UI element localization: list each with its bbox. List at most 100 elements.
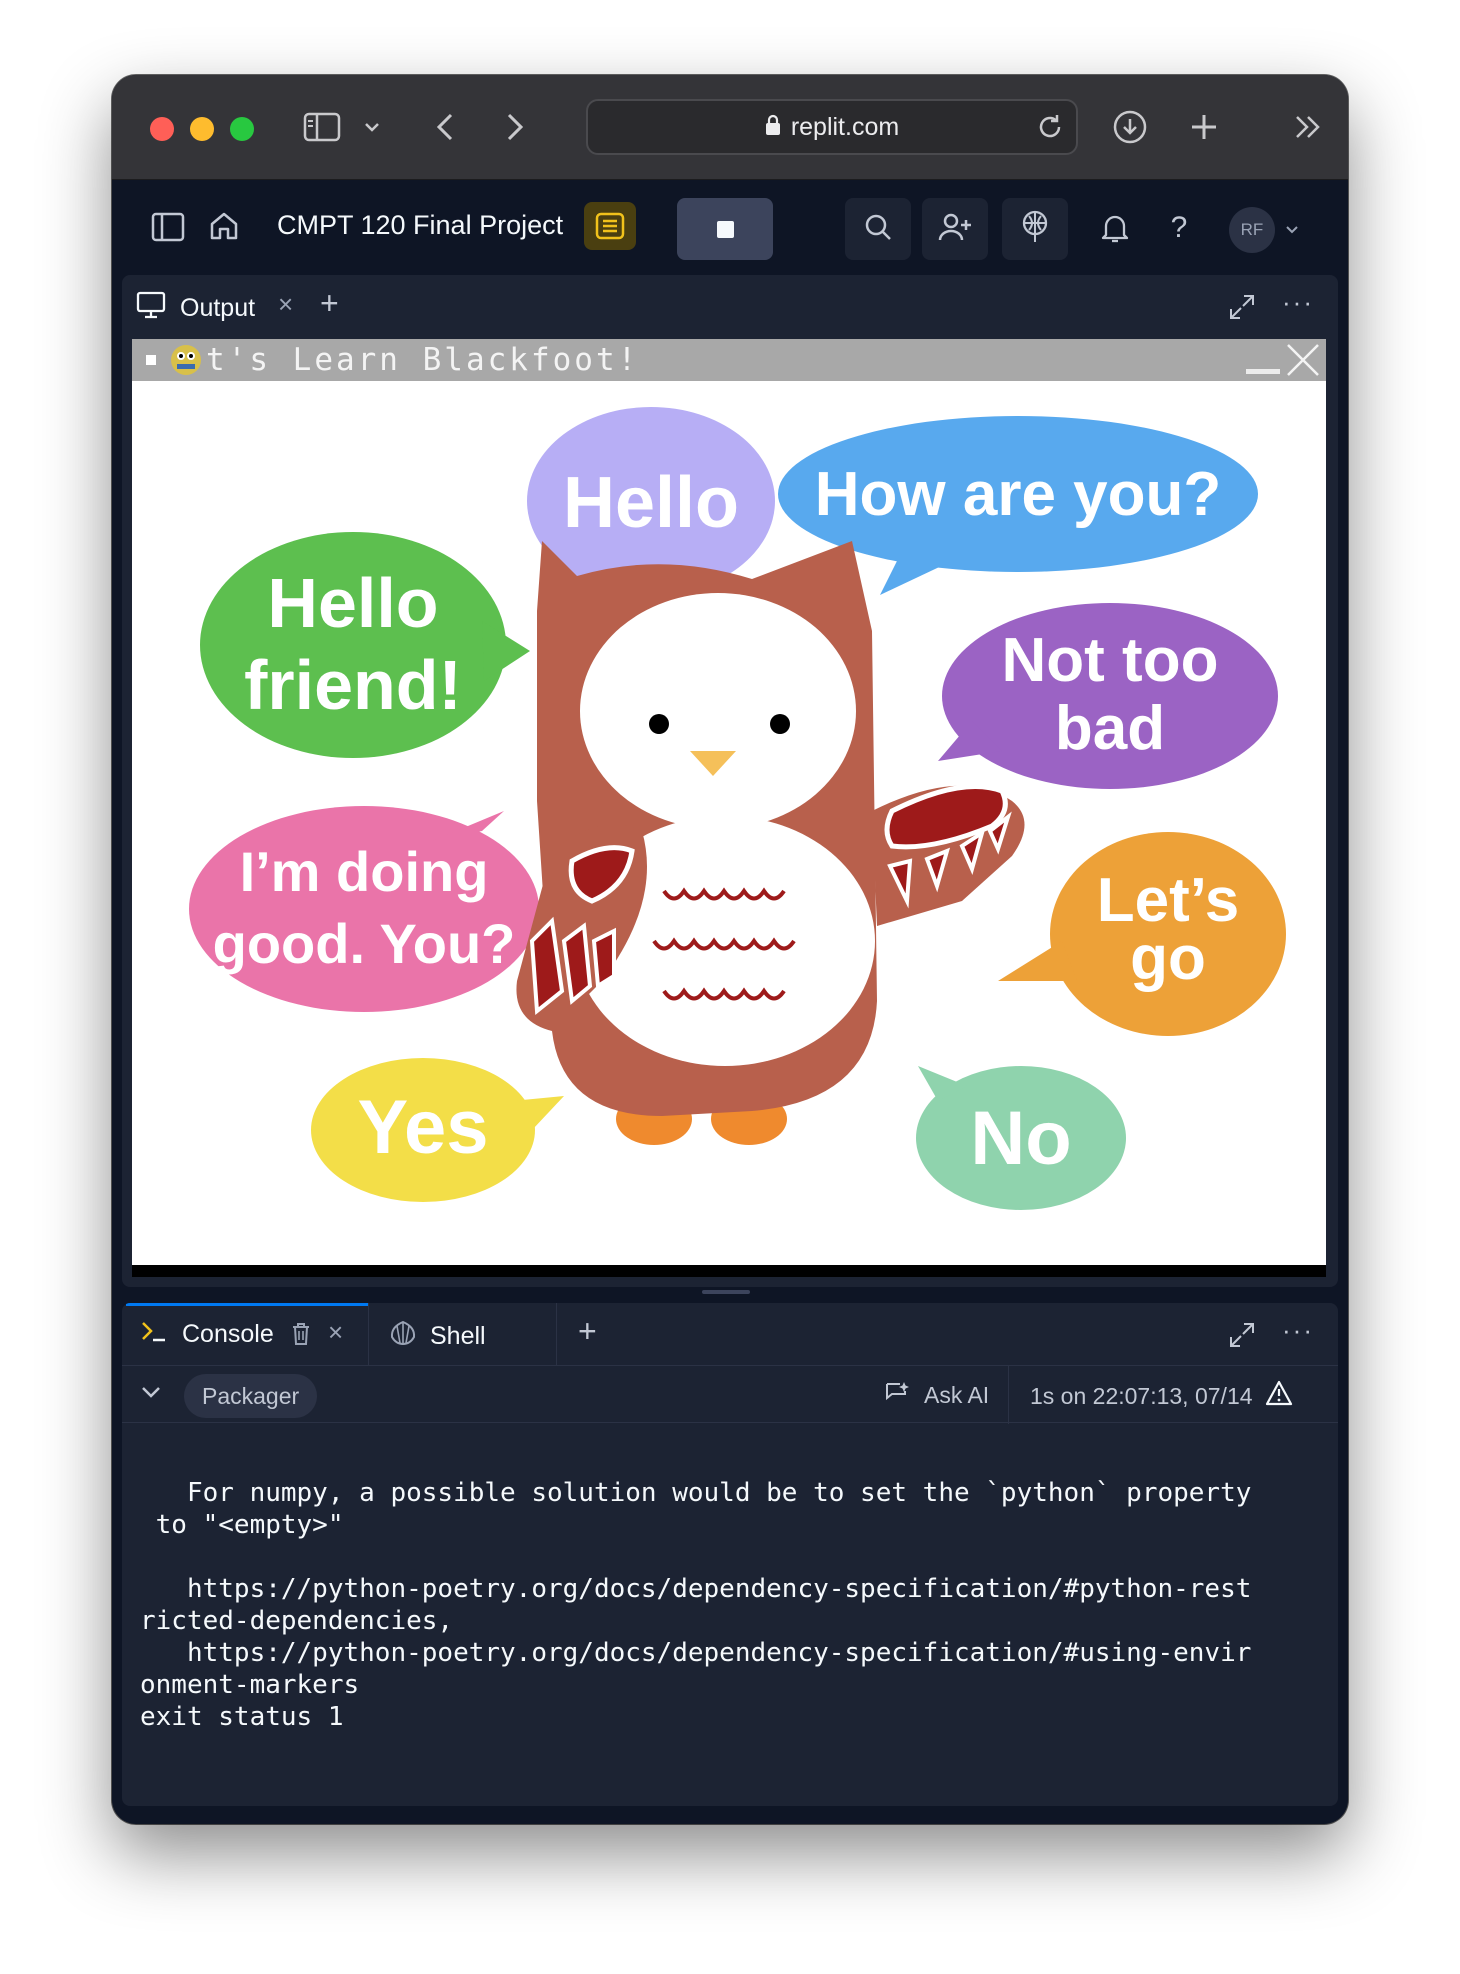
bubble-text: bad — [1055, 694, 1165, 763]
bubble-text: friend! — [244, 646, 462, 724]
toolbar-divider — [1008, 1366, 1009, 1424]
console-toolbar: Packager Ask AI 1s on 22:07:13, 07/14 — [122, 1365, 1338, 1424]
bubble-text: Hello — [563, 463, 739, 543]
ask-ai-button[interactable]: Ask AI — [884, 1380, 989, 1410]
game-window-title: t's Learn Blackfoot! — [206, 342, 640, 378]
packager-button[interactable]: Packager — [184, 1374, 318, 1418]
terminal-prompt-icon — [140, 1319, 168, 1350]
run-status: 1s on 22:07:13, 07/14 — [1030, 1380, 1293, 1412]
window-menu-icon[interactable] — [146, 355, 156, 365]
output-panel: Output × + ··· t's Learn Blackfoot! Hell… — [122, 275, 1338, 1287]
bubble-text: Hello — [267, 564, 438, 642]
back-icon[interactable] — [430, 109, 460, 145]
collapse-chevron-icon[interactable] — [140, 1384, 162, 1405]
console-line: ricted-dependencies, — [140, 1606, 454, 1636]
speech-bubble-no[interactable]: No — [916, 1066, 1126, 1210]
game-scene: Hello How are you? Hello friend! Not too… — [189, 407, 1286, 1210]
output-tabbar: Output × + ··· — [122, 275, 1338, 337]
close-tab-icon[interactable]: × — [328, 1317, 343, 1348]
speech-bubble-not-too-bad[interactable]: Not too bad — [938, 603, 1278, 789]
warning-icon — [1265, 1380, 1293, 1412]
browser-window: replit.com CMPT 120 Final Project ? RF O… — [112, 75, 1348, 1824]
speech-bubble-yes[interactable]: Yes — [311, 1058, 564, 1202]
speech-bubble-hello-friend[interactable]: Hello friend! — [200, 532, 530, 758]
add-tab-icon[interactable]: + — [320, 285, 339, 322]
add-user-icon — [938, 212, 972, 247]
more-options-icon[interactable]: ··· — [1282, 287, 1314, 318]
console-output: For numpy, a possible solution would be … — [140, 1445, 1320, 1733]
downloads-icon[interactable] — [1110, 107, 1150, 147]
project-title[interactable]: CMPT 120 Final Project — [277, 210, 563, 241]
speech-bubble-lets-go[interactable]: Let’s go — [998, 832, 1286, 1036]
chevron-down-icon[interactable] — [362, 115, 382, 139]
sidebar-toggle-icon[interactable] — [302, 107, 342, 147]
lock-icon — [765, 114, 781, 141]
close-window-button[interactable] — [150, 117, 174, 141]
bubble-text: Not too — [1002, 626, 1219, 695]
bubble-text: good. You? — [213, 912, 516, 975]
stop-button[interactable] — [677, 198, 773, 260]
close-tab-icon[interactable]: × — [278, 289, 293, 320]
search-icon — [863, 212, 893, 247]
console-panel: Console × Shell + ··· Packager Ask AI 1s… — [122, 1303, 1338, 1806]
add-tab-icon[interactable]: + — [578, 1313, 597, 1350]
bubble-text: Yes — [357, 1085, 488, 1170]
home-icon[interactable] — [206, 208, 242, 244]
ide-header: CMPT 120 Final Project ? RF — [112, 180, 1348, 275]
clear-console-icon[interactable] — [290, 1321, 312, 1352]
deploy-icon — [1020, 210, 1050, 249]
invite-button[interactable] — [922, 198, 988, 260]
tab-output-label: Output — [180, 294, 256, 322]
console-line: onment-markers — [140, 1670, 360, 1700]
help-icon[interactable]: ? — [1164, 210, 1194, 246]
console-line: For numpy, a possible solution would be … — [140, 1478, 1252, 1508]
more-options-icon[interactable]: ··· — [1282, 1315, 1314, 1346]
console-line: https://python-poetry.org/docs/dependenc… — [140, 1574, 1252, 1604]
address-bar[interactable]: replit.com — [586, 99, 1078, 155]
panel-resize-handle[interactable] — [702, 1290, 750, 1294]
minimize-window-button[interactable] — [190, 117, 214, 141]
stop-icon — [716, 220, 734, 238]
tab-console[interactable]: Console — [140, 1319, 274, 1350]
pygame-window: t's Learn Blackfoot! Hello How are you? … — [132, 339, 1326, 1277]
owl-character[interactable] — [516, 541, 1025, 1145]
console-line: exit status 1 — [140, 1702, 344, 1732]
game-window-titlebar: t's Learn Blackfoot! — [132, 339, 1326, 381]
expand-icon[interactable] — [1228, 293, 1256, 326]
shell-icon — [388, 1319, 418, 1354]
reload-icon[interactable] — [1034, 111, 1066, 148]
browser-toolbar: replit.com — [112, 75, 1348, 180]
more-tabs-icon[interactable] — [1288, 109, 1328, 145]
bubble-text: How are you? — [815, 460, 1222, 529]
bubble-text: I’m doing — [240, 840, 489, 903]
project-icon[interactable] — [584, 202, 636, 250]
sidebar-toggle-icon[interactable] — [150, 210, 186, 244]
ask-ai-label: Ask AI — [924, 1381, 990, 1408]
bubble-text: go — [1130, 924, 1206, 993]
tab-output[interactable]: Output — [136, 291, 255, 326]
pygame-icon — [168, 342, 204, 378]
bubble-text: No — [970, 1096, 1071, 1181]
tab-shell[interactable]: Shell — [388, 1319, 486, 1354]
tab-divider — [368, 1303, 369, 1365]
expand-icon[interactable] — [1228, 1321, 1256, 1354]
search-button[interactable] — [845, 198, 911, 260]
monitor-icon — [136, 291, 166, 326]
zoom-window-button[interactable] — [230, 117, 254, 141]
run-info-text: 1s on 22:07:13, 07/14 — [1030, 1382, 1253, 1409]
notifications-icon[interactable] — [1098, 210, 1132, 246]
new-tab-icon[interactable] — [1184, 107, 1224, 147]
tab-console-label: Console — [182, 1320, 274, 1348]
speech-bubble-im-doing-good[interactable]: I’m doing good. You? — [189, 806, 539, 1012]
avatar[interactable]: RF — [1229, 207, 1275, 253]
tab-shell-label: Shell — [430, 1322, 486, 1350]
tab-divider — [556, 1303, 557, 1365]
minimize-icon[interactable] — [1246, 369, 1280, 374]
deploy-button[interactable] — [1002, 198, 1068, 260]
chevron-down-icon[interactable] — [1282, 220, 1302, 240]
console-line: to "<empty>" — [140, 1510, 344, 1540]
forward-icon[interactable] — [500, 109, 530, 145]
console-line: https://python-poetry.org/docs/dependenc… — [140, 1638, 1252, 1668]
